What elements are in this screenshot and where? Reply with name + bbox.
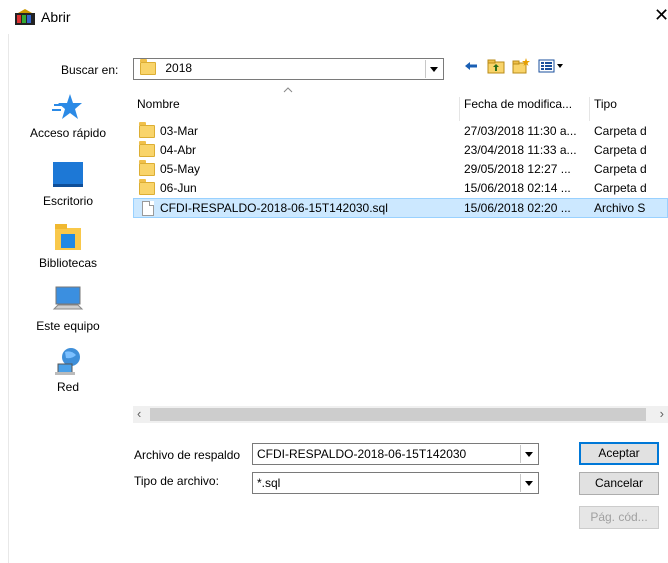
app-icon xyxy=(15,9,35,25)
list-header: Nombre Fecha de modifica... Tipo xyxy=(133,87,668,121)
desktop-icon xyxy=(53,162,83,187)
filename-label: Archivo de respaldo xyxy=(134,448,241,462)
place-desktop[interactable]: Escritorio xyxy=(12,160,124,208)
place-network[interactable]: Red xyxy=(12,346,124,394)
file-type: Carpeta d xyxy=(594,124,647,138)
file-name: CFDI-RESPALDO-2018-06-15T142030.sql xyxy=(160,201,388,215)
place-label: Bibliotecas xyxy=(38,256,98,270)
filetype-value: *.sql xyxy=(257,476,281,490)
file-type: Carpeta d xyxy=(594,143,647,157)
chevron-down-icon[interactable] xyxy=(520,474,537,492)
view-menu-icon[interactable] xyxy=(538,58,564,76)
file-type: Archivo S xyxy=(594,201,646,215)
sort-ascending-icon xyxy=(283,87,293,93)
up-folder-icon[interactable] xyxy=(487,58,505,76)
title-bar: Abrir ✕ xyxy=(0,0,668,34)
scroll-left-icon[interactable]: ‹ xyxy=(137,406,141,421)
file-name: 06-Jun xyxy=(160,181,197,195)
codepage-button: Pág. cód... xyxy=(579,506,659,529)
col-date[interactable]: Fecha de modifica... xyxy=(464,97,572,111)
folder-icon xyxy=(139,141,155,158)
chevron-down-icon[interactable] xyxy=(425,60,442,78)
place-label: Red xyxy=(56,380,79,394)
window-title: Abrir xyxy=(41,9,71,25)
folder-icon xyxy=(139,179,155,196)
list-item[interactable]: 06-Jun 15/06/2018 02:14 ... Carpeta d xyxy=(133,179,668,198)
close-icon[interactable]: ✕ xyxy=(654,5,668,26)
place-label: Escritorio xyxy=(42,194,93,208)
file-date: 23/04/2018 11:33 a... xyxy=(464,143,577,157)
folder-icon xyxy=(140,59,156,76)
file-icon xyxy=(142,201,154,219)
scroll-right-icon[interactable]: › xyxy=(660,406,664,421)
place-libraries[interactable]: Bibliotecas xyxy=(12,222,124,270)
file-type: Carpeta d xyxy=(594,162,647,176)
network-icon xyxy=(55,348,80,375)
star-icon xyxy=(52,94,82,119)
cancel-button[interactable]: Cancelar xyxy=(579,472,659,495)
file-name: 04-Abr xyxy=(160,143,197,157)
list-item[interactable]: 05-May 29/05/2018 12:27 ... Carpeta d xyxy=(133,160,668,179)
folder-icon xyxy=(139,160,155,177)
horizontal-scrollbar[interactable]: ‹ › xyxy=(133,406,668,423)
ok-button[interactable]: Aceptar xyxy=(579,442,659,465)
filename-combo[interactable]: CFDI-RESPALDO-2018-06-15T142030 xyxy=(252,443,539,465)
computer-icon xyxy=(52,286,84,310)
window-left-edge xyxy=(8,34,9,563)
file-date: 15/06/2018 02:14 ... xyxy=(464,181,571,195)
place-label: Acceso rápido xyxy=(29,126,107,140)
list-item[interactable]: 04-Abr 23/04/2018 11:33 a... Carpeta d xyxy=(133,141,668,160)
back-icon[interactable] xyxy=(462,58,480,76)
file-name: 03-Mar xyxy=(160,124,199,138)
folder-icon xyxy=(139,122,155,139)
new-folder-icon[interactable] xyxy=(512,58,530,76)
filetype-label: Tipo de archivo: xyxy=(134,474,219,488)
file-name: 05-May xyxy=(160,162,201,176)
file-date: 29/05/2018 12:27 ... xyxy=(464,162,571,176)
place-quick-access[interactable]: Acceso rápido xyxy=(12,92,124,140)
place-label: Este equipo xyxy=(36,319,100,333)
file-date: 27/03/2018 11:30 a... xyxy=(464,124,577,138)
file-date: 15/06/2018 02:20 ... xyxy=(464,201,571,215)
place-this-pc[interactable]: Este equipo xyxy=(12,285,124,333)
file-list[interactable]: Nombre Fecha de modifica... Tipo 03-Mar … xyxy=(133,87,668,416)
filename-input[interactable]: CFDI-RESPALDO-2018-06-15T142030 xyxy=(257,447,466,461)
file-type: Carpeta d xyxy=(594,181,647,195)
list-item[interactable]: 03-Mar 27/03/2018 11:30 a... Carpeta d xyxy=(133,122,668,141)
scroll-thumb[interactable] xyxy=(150,408,646,421)
libraries-icon xyxy=(55,224,81,250)
chevron-down-icon[interactable] xyxy=(520,445,537,463)
lookin-value: 2018 xyxy=(165,61,193,75)
filetype-combo[interactable]: *.sql xyxy=(252,472,539,494)
col-type[interactable]: Tipo xyxy=(594,97,617,111)
list-item-selected[interactable]: CFDI-RESPALDO-2018-06-15T142030.sql 15/0… xyxy=(133,198,668,218)
col-name[interactable]: Nombre xyxy=(137,97,180,111)
lookin-combo[interactable]: 2018 xyxy=(133,58,444,80)
lookin-label: Buscar en: xyxy=(61,63,119,77)
